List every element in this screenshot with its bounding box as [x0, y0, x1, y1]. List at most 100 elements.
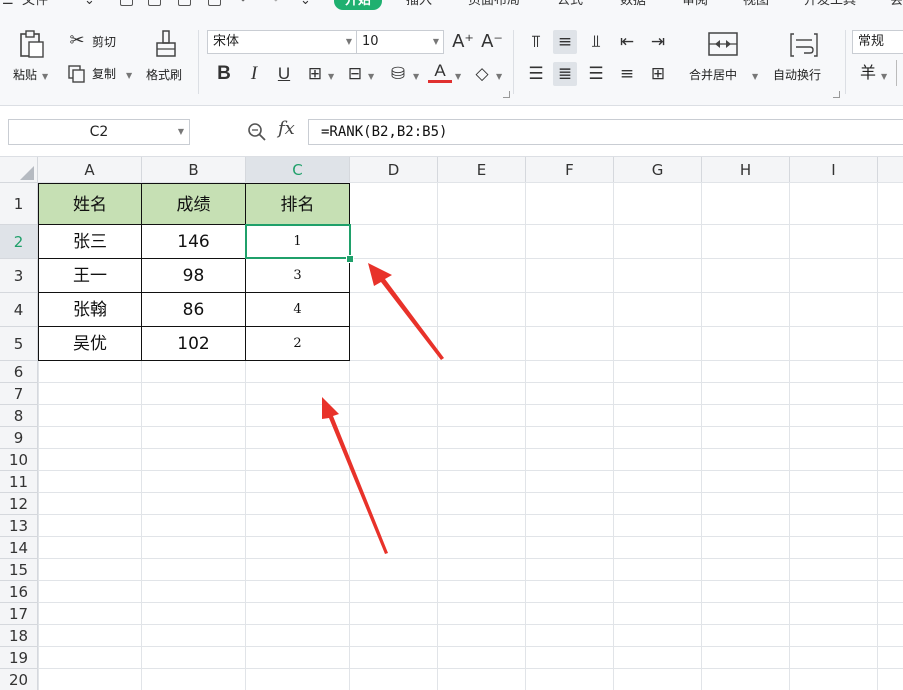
tab-developer[interactable]: 开发工具 [804, 0, 856, 10]
cell-c4[interactable]: 4 [246, 293, 350, 327]
tab-data[interactable]: 数据 [620, 0, 646, 10]
wrap-text-button[interactable]: 自动换行 [770, 28, 838, 90]
print-icon[interactable] [178, 0, 191, 6]
caret-down-icon[interactable]: ▼ [368, 72, 374, 81]
font-dialog-launcher[interactable] [503, 91, 510, 98]
save-icon[interactable] [120, 0, 133, 6]
increase-indent-icon[interactable]: ⇥ [646, 30, 670, 54]
row-header-16[interactable]: 16 [0, 581, 38, 603]
row-header-3[interactable]: 3 [0, 259, 38, 293]
align-center-icon[interactable]: ≣ [553, 62, 577, 86]
alignment-dialog-launcher[interactable] [833, 91, 840, 98]
column-header-a[interactable]: A [38, 157, 142, 183]
copy-button[interactable]: 复制 ▼ [66, 64, 138, 84]
font-name-select[interactable]: 宋体 ▼ [207, 30, 357, 54]
active-cell-selection[interactable] [245, 224, 351, 259]
column-header-g[interactable]: G [614, 157, 702, 183]
column-header-b[interactable]: B [142, 157, 246, 183]
row-header-5[interactable]: 5 [0, 327, 38, 361]
cell-a5[interactable]: 吴优 [38, 327, 142, 361]
cell-c1[interactable]: 排名 [246, 183, 350, 225]
fill-color-icon[interactable]: ⛁ [386, 62, 410, 86]
tab-page-layout[interactable]: 页面布局 [468, 0, 520, 10]
row-header-20[interactable]: 20 [0, 669, 38, 690]
row-header-7[interactable]: 7 [0, 383, 38, 405]
align-left-icon[interactable]: ☰ [524, 62, 548, 86]
cell-c3[interactable]: 3 [246, 259, 350, 293]
cell-a3[interactable]: 王一 [38, 259, 142, 293]
format-painter-button[interactable]: 格式刷 [144, 28, 192, 90]
column-header-c[interactable]: C [246, 157, 350, 183]
column-header-h[interactable]: H [702, 157, 790, 183]
font-color-icon[interactable]: A [428, 60, 452, 83]
spreadsheet-grid[interactable]: ABCDEFGHI 1 2 3 4 5 6 7 8 9 10 11 12 13 14 15 16 17 18 19 2… [0, 157, 903, 690]
bold-icon[interactable]: B [212, 62, 236, 86]
italic-icon[interactable]: I [242, 62, 266, 86]
distributed-align-icon[interactable]: ⊞ [646, 62, 670, 86]
cell-b1[interactable]: 成绩 [142, 183, 246, 225]
caret-down-icon[interactable]: ▼ [881, 72, 887, 81]
zoom-formula-icon[interactable] [247, 122, 267, 142]
caret-down-icon[interactable]: ▼ [126, 71, 132, 80]
cut-button[interactable]: ✂ 剪切 [66, 31, 128, 52]
cell-b5[interactable]: 102 [142, 327, 246, 361]
caret-down-icon[interactable]: ▼ [328, 72, 334, 81]
row-header-6[interactable]: 6 [0, 361, 38, 383]
cell-style-icon[interactable]: ⊟ [343, 62, 367, 86]
cell-a2[interactable]: 张三 [38, 225, 142, 259]
name-box[interactable]: C2 ▼ [8, 119, 190, 145]
justify-icon[interactable]: ≡ [615, 62, 639, 86]
eraser-icon[interactable]: ◇ [470, 62, 494, 86]
caret-down-icon[interactable]: ▼ [455, 72, 461, 81]
print-preview-icon[interactable] [208, 0, 221, 6]
tab-insert[interactable]: 插入 [406, 0, 432, 10]
caret-down-icon[interactable]: ▼ [42, 72, 48, 81]
row-header-10[interactable]: 10 [0, 449, 38, 471]
row-header-4[interactable]: 4 [0, 293, 38, 327]
cell-b2[interactable]: 146 [142, 225, 246, 259]
align-right-icon[interactable]: ☰ [584, 62, 608, 86]
column-header-partial[interactable] [878, 157, 903, 183]
row-header-11[interactable]: 11 [0, 471, 38, 493]
row-header-14[interactable]: 14 [0, 537, 38, 559]
export-icon[interactable] [148, 0, 161, 6]
align-middle-icon[interactable]: ≡ [553, 30, 577, 54]
row-header-17[interactable]: 17 [0, 603, 38, 625]
align-bottom-icon[interactable]: ⫫ [584, 30, 608, 54]
tab-home[interactable]: 开始 [334, 0, 383, 10]
row-header-9[interactable]: 9 [0, 427, 38, 449]
paste-button[interactable]: 粘贴 ▼ [10, 28, 54, 90]
undo-icon[interactable]: ↶ [240, 0, 251, 10]
menu-icon[interactable]: ☰ [2, 0, 14, 10]
row-header-1[interactable]: 1 [0, 183, 38, 225]
fx-icon[interactable]: fx [278, 118, 295, 139]
tab-formulas[interactable]: 公式 [557, 0, 583, 10]
tab-view[interactable]: 视图 [743, 0, 769, 10]
fill-handle[interactable] [346, 255, 354, 263]
formula-input[interactable]: =RANK(B2,B2:B5) [308, 119, 903, 145]
chevron-down-icon[interactable]: ⌄ [84, 0, 95, 10]
cell-a1[interactable]: 姓名 [38, 183, 142, 225]
row-header-15[interactable]: 15 [0, 559, 38, 581]
more-icon[interactable]: ⌄ [300, 0, 311, 10]
file-menu[interactable]: 文件 [22, 0, 48, 10]
align-top-icon[interactable]: ⫪ [524, 30, 548, 54]
redo-icon[interactable]: ↷ [268, 0, 279, 10]
caret-down-icon[interactable]: ▼ [496, 72, 502, 81]
decrease-font-icon[interactable]: A⁻ [480, 30, 504, 54]
increase-font-icon[interactable]: A⁺ [451, 30, 475, 54]
tab-review[interactable]: 审阅 [682, 0, 708, 10]
cell-b4[interactable]: 86 [142, 293, 246, 327]
caret-down-icon[interactable]: ▼ [413, 72, 419, 81]
row-header-19[interactable]: 19 [0, 647, 38, 669]
cell-b3[interactable]: 98 [142, 259, 246, 293]
merge-center-button[interactable]: 合并居中 ▼ [684, 28, 766, 90]
column-header-i[interactable]: I [790, 157, 878, 183]
row-header-13[interactable]: 13 [0, 515, 38, 537]
font-size-select[interactable]: 10 ▼ [356, 30, 444, 54]
row-header-12[interactable]: 12 [0, 493, 38, 515]
underline-icon[interactable]: U [272, 62, 296, 86]
borders-icon[interactable]: ⊞ [303, 62, 327, 86]
number-format-select[interactable]: 常规 [852, 30, 903, 54]
decrease-indent-icon[interactable]: ⇤ [615, 30, 639, 54]
